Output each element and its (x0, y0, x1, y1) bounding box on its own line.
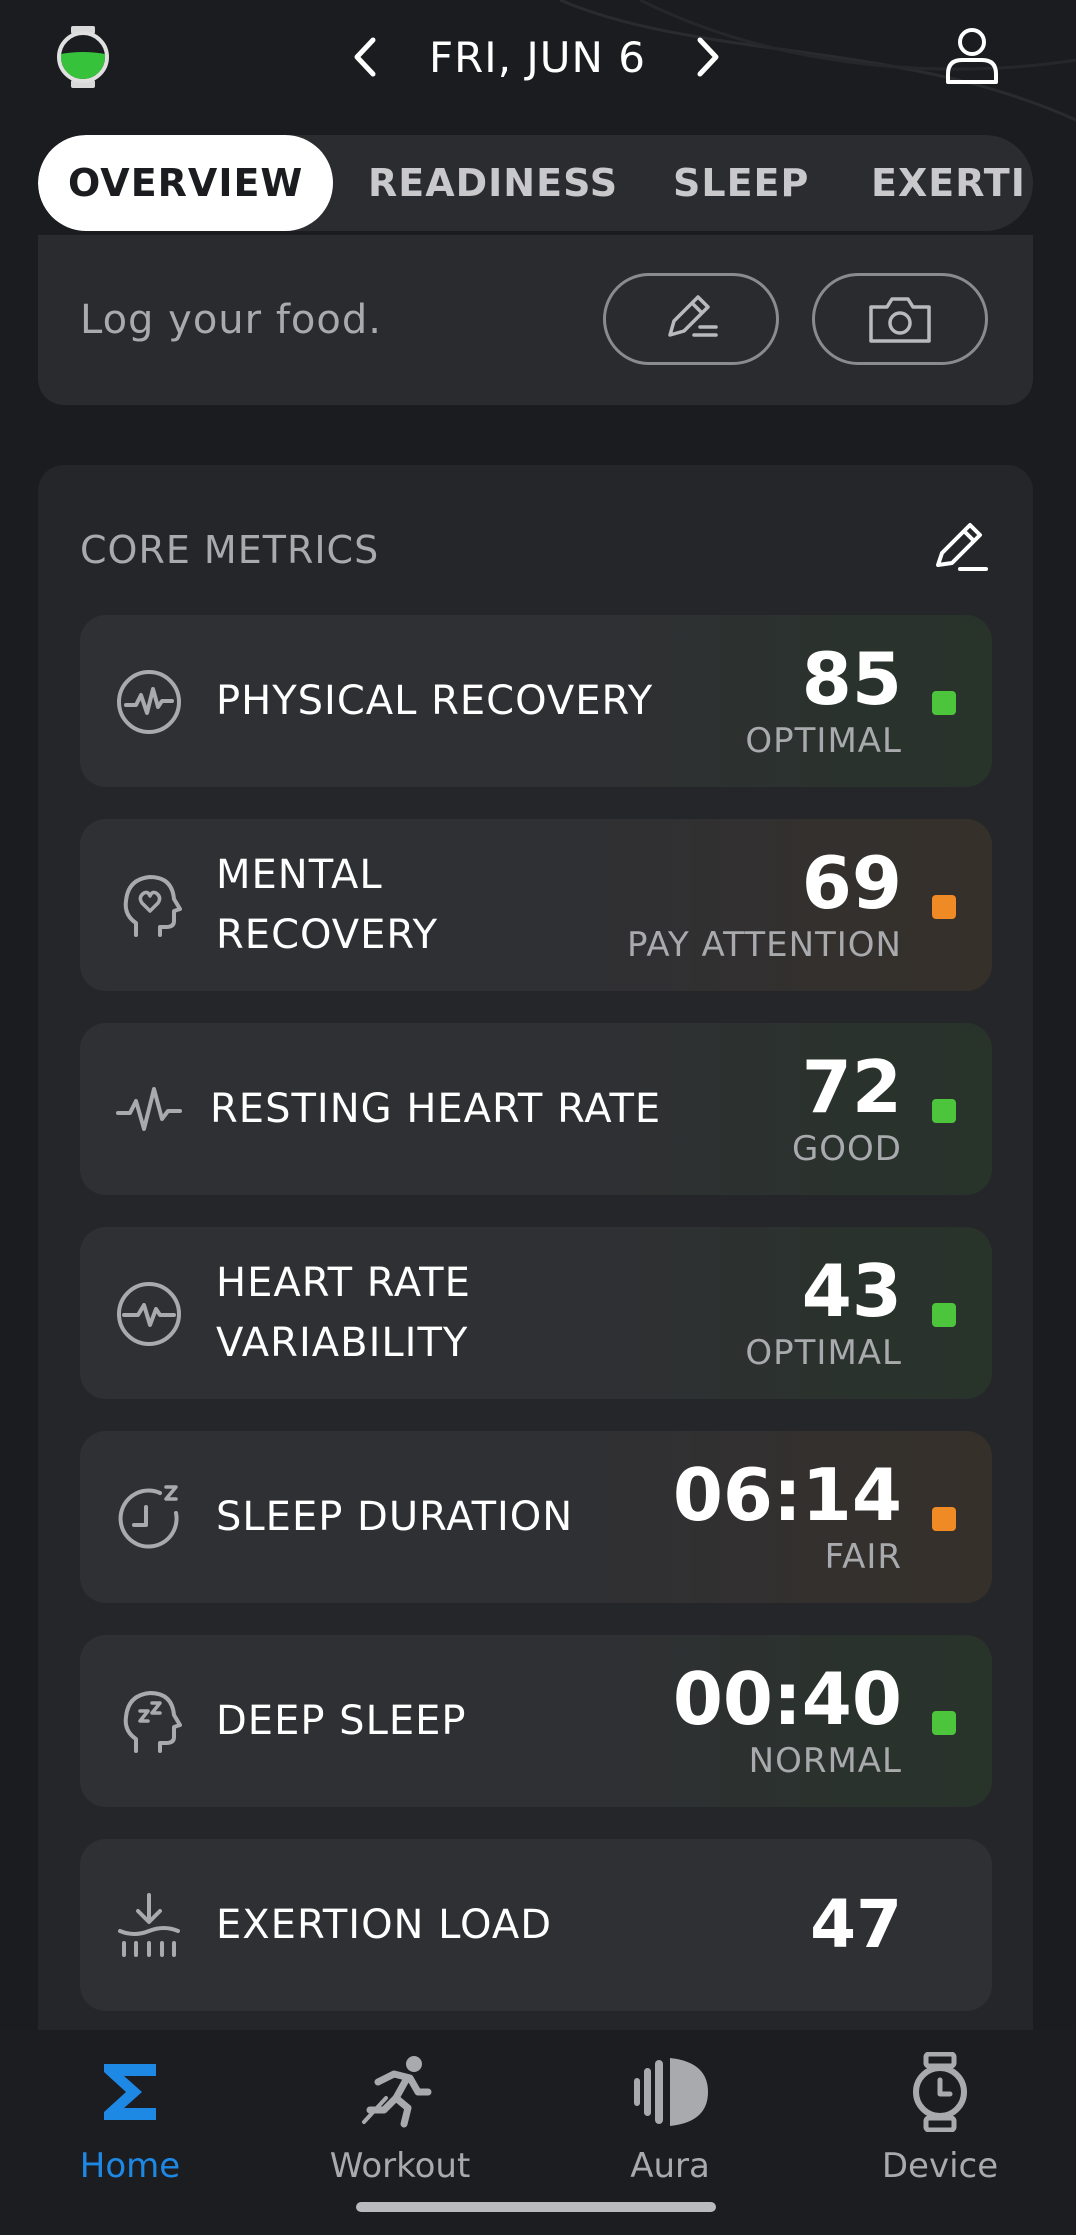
nav-label: Aura (630, 2146, 710, 2186)
exertion-load-icon (118, 1893, 180, 1957)
metric-value: 06:14 (672, 1453, 902, 1537)
metric-status: NORMAL (748, 1741, 902, 1781)
metric-value: 72 (801, 1045, 902, 1129)
metric-status: OPTIMAL (745, 1333, 902, 1373)
metric-label: DEEP SLEEP (216, 1698, 467, 1744)
food-log-card: Log your food. (38, 235, 1033, 405)
tab-exertion[interactable]: EXERTI (871, 135, 1026, 231)
nav-device[interactable]: Device (840, 2030, 1040, 2210)
metric-status: OPTIMAL (745, 721, 902, 761)
metric-exertion-load[interactable]: EXERTION LOAD 47 (80, 1839, 992, 2011)
pencil-list-icon (668, 295, 718, 337)
tab-bar: OVERVIEW READINESS SLEEP EXERTI (38, 135, 1033, 231)
log-food-manual-button[interactable] (603, 273, 779, 365)
head-sleep-icon (123, 1691, 182, 1753)
head-heart-icon (123, 875, 182, 937)
status-indicator-green (932, 1303, 956, 1327)
status-indicator-green (932, 1099, 956, 1123)
aura-icon (634, 2058, 708, 2126)
metric-deep-sleep[interactable]: DEEP SLEEP 00:40 NORMAL (80, 1635, 992, 1807)
watch-icon (913, 2052, 967, 2132)
nav-home[interactable]: Home (30, 2030, 230, 2210)
metric-value: 85 (801, 637, 902, 721)
metric-resting-heart-rate[interactable]: RESTING HEART RATE 72 GOOD (80, 1023, 992, 1195)
metric-label: PHYSICAL RECOVERY (216, 678, 654, 724)
metric-value: 43 (801, 1249, 902, 1333)
metric-label: EXERTION LOAD (216, 1902, 552, 1948)
metric-value: 00:40 (672, 1657, 902, 1741)
metric-label: RESTING HEART RATE (210, 1086, 662, 1132)
next-day-chevron-icon[interactable] (688, 32, 728, 82)
metric-status: PAY ATTENTION (627, 925, 902, 965)
metric-status: FAIR (824, 1537, 902, 1577)
tab-overview[interactable]: OVERVIEW (38, 135, 334, 231)
previous-day-chevron-icon[interactable] (345, 32, 385, 82)
home-indicator-bar (356, 2202, 716, 2212)
core-metrics-card: CORE METRICS PHYSICAL RECOVERY 85 OPTIMA… (38, 465, 1033, 2065)
nav-label: Workout (329, 2146, 471, 2186)
sigma-icon (104, 2064, 156, 2120)
log-food-camera-button[interactable] (812, 273, 988, 365)
pulse-circle-icon (117, 670, 181, 734)
watch-status-icon[interactable] (55, 24, 111, 90)
tab-sleep[interactable]: SLEEP (673, 135, 809, 231)
nav-label: Home (79, 2146, 181, 2186)
metric-label-line-2: RECOVERY (216, 912, 439, 958)
nav-workout[interactable]: Workout (300, 2030, 500, 2210)
status-indicator-orange (932, 1507, 956, 1531)
nav-label: Device (881, 2146, 999, 2186)
metric-status: GOOD (791, 1129, 902, 1169)
tab-readiness[interactable]: READINESS (368, 135, 618, 231)
hrv-circle-icon (117, 1282, 181, 1346)
status-indicator-green (932, 691, 956, 715)
header: FRI, JUN 6 (0, 0, 1076, 120)
heartbeat-icon (116, 1087, 182, 1131)
food-log-prompt: Log your food. (80, 297, 382, 343)
metric-value: 69 (801, 841, 902, 925)
date-label[interactable]: FRI, JUN 6 (395, 28, 680, 88)
metric-label: SLEEP DURATION (216, 1494, 574, 1540)
metric-label-line-1: MENTAL (216, 852, 383, 898)
metric-label-line-2: VARIABILITY (216, 1320, 469, 1366)
profile-icon[interactable] (940, 24, 1004, 88)
sleep-clock-icon (118, 1485, 179, 1549)
metric-value: 47 (810, 1886, 902, 1963)
metric-heart-rate-variability[interactable]: HEART RATE VARIABILITY 43 OPTIMAL (80, 1227, 992, 1399)
status-indicator-green (932, 1711, 956, 1735)
nav-aura[interactable]: Aura (570, 2030, 770, 2210)
camera-icon (869, 297, 931, 343)
metric-sleep-duration[interactable]: SLEEP DURATION 06:14 FAIR (80, 1431, 992, 1603)
core-metrics-title: CORE METRICS (80, 528, 380, 572)
runner-icon (362, 2056, 432, 2128)
status-indicator-orange (932, 895, 956, 919)
metric-mental-recovery[interactable]: MENTAL RECOVERY 69 PAY ATTENTION (80, 819, 992, 991)
metric-physical-recovery[interactable]: PHYSICAL RECOVERY 85 OPTIMAL (80, 615, 992, 787)
metric-label-line-1: HEART RATE (216, 1260, 471, 1306)
edit-pencil-icon[interactable] (930, 515, 990, 575)
